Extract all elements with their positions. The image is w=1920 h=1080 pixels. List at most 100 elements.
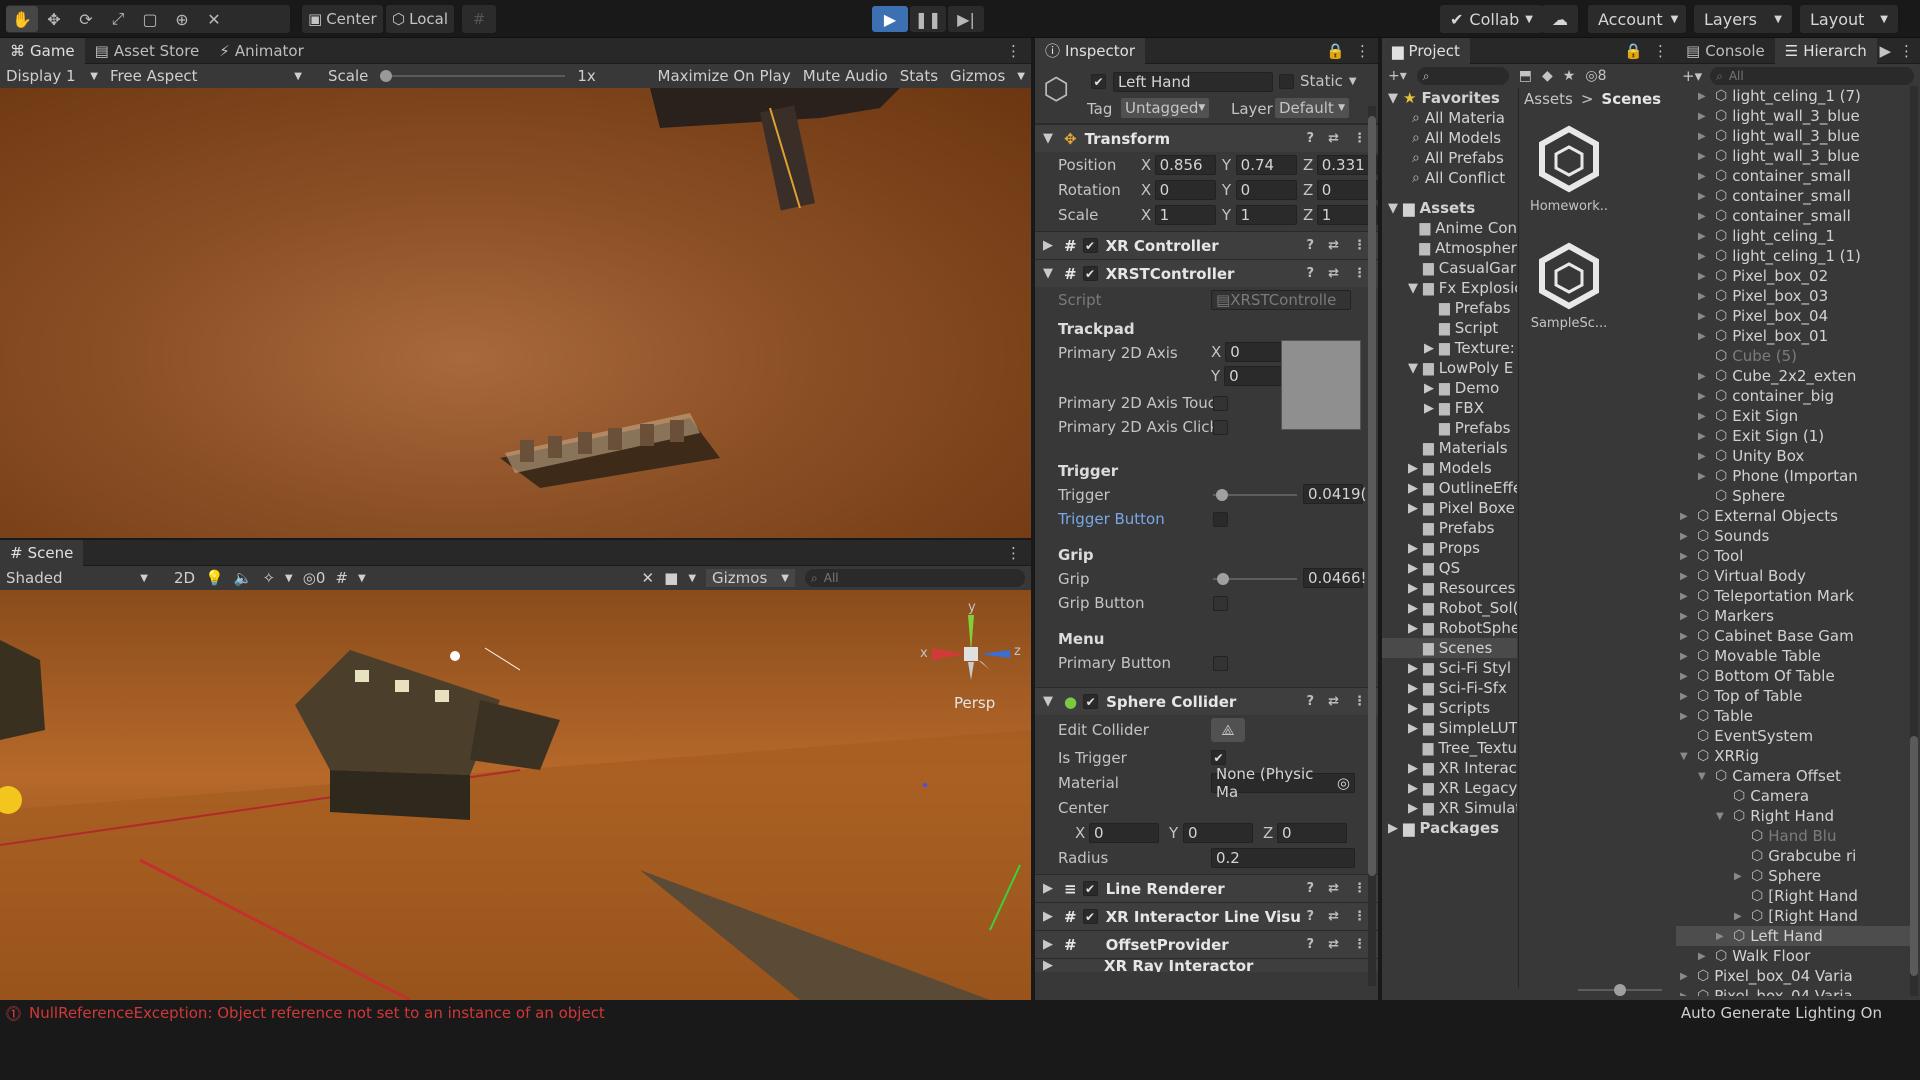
collider-enabled-checkbox[interactable]: ✔ [1083,694,1099,709]
hierarchy-item[interactable]: ▶ ⬡ Teleportation Mark [1676,586,1912,606]
hierarchy-item[interactable]: ▶ ⬡ Cube_2x2_exten [1676,366,1912,386]
create-plus-icon[interactable]: +▾ [1682,67,1702,85]
hierarchy-item[interactable]: ▶ ⬡ Markers [1676,606,1912,626]
trigger-value-field[interactable]: 0.0419( [1303,484,1366,504]
chevron-right-icon[interactable]: ▶ [1408,501,1418,516]
panel-menu-icon[interactable]: ⋮ [1006,544,1031,562]
rect-tool-icon[interactable]: ▢ [134,6,166,32]
chevron-right-icon[interactable]: ▶ [1716,931,1728,942]
hierarchy-item[interactable]: ▶ ⬡ Left Hand [1676,926,1912,946]
account-dropdown[interactable]: Account ▼ [1588,5,1686,33]
grid-snap-icon[interactable]: # [462,5,496,33]
xr-controller-enabled-checkbox[interactable]: ✔ [1082,238,1098,253]
hidden-objects-toggle[interactable]: ◎ 0 [303,569,326,587]
panel-menu-icon[interactable]: ⋮ [1006,42,1031,60]
custom-tool-icon[interactable]: ✕ [198,6,230,32]
offset-provider-header[interactable]: ▶ # OffsetProvider ? ⇄ ⋮ [1035,930,1378,958]
folder-item[interactable]: ▶ ▆ Sci-Fi-Sfx [1382,678,1517,698]
hierarchy-item[interactable]: ▶ ⬡ Table [1676,706,1912,726]
chevron-right-icon[interactable]: ▶ [1734,911,1746,922]
transform-header[interactable]: ▼ ✥ Transform ? ⇄ ⋮ [1035,124,1378,152]
chevron-right-icon[interactable]: ▶ [1879,42,1891,60]
primary-button-checkbox[interactable] [1213,656,1228,671]
grip-value-field[interactable]: 0.0466! [1303,568,1367,588]
assets-node[interactable]: ▼ ▆ Assets [1382,198,1517,218]
chevron-right-icon[interactable]: ▶ [1698,371,1710,382]
center-x-field[interactable]: 0 [1089,822,1159,843]
chevron-down-icon[interactable]: ▼ [688,573,696,584]
pause-button-icon[interactable]: ❚❚ [910,6,946,32]
chevron-right-icon[interactable]: ▶ [1698,271,1710,282]
lock-icon[interactable]: 🔒 [1624,42,1643,60]
hierarchy-item[interactable]: ▶ ⬡ light_celing_1 (7) [1676,86,1912,106]
component-menu-icon[interactable]: ⋮ [1353,937,1366,952]
chevron-right-icon[interactable]: ▶ [1424,381,1434,396]
move-tool-icon[interactable]: ✥ [38,6,70,32]
help-icon[interactable]: ? [1307,694,1315,709]
component-menu-icon[interactable]: ⋮ [1353,881,1366,896]
folder-item[interactable]: ▆ Tree_Textu [1382,738,1517,758]
xrst-controller-header[interactable]: ▼ # ✔ XRSTController ? ⇄ ⋮ [1035,259,1378,287]
gizmos-toggle[interactable]: Gizmos [950,67,1005,85]
edit-collider-button[interactable]: ⟁ [1211,718,1245,742]
chevron-right-icon[interactable]: ▶ [1408,721,1418,736]
help-icon[interactable]: ? [1307,937,1315,952]
hierarchy-item[interactable]: ▶ ⬡ light_wall_3_blue [1676,146,1912,166]
chevron-right-icon[interactable]: ▶ [1680,671,1692,682]
component-menu-icon[interactable]: ⋮ [1353,238,1366,253]
lock-icon[interactable]: 🔒 [1326,42,1345,60]
chevron-down-icon[interactable]: ▼ [358,573,366,584]
folder-item[interactable]: ▆ Script [1382,318,1517,338]
chevron-right-icon[interactable]: ▶ [1424,341,1434,356]
object-picker-icon[interactable]: ◎ [1337,774,1350,792]
folder-item[interactable]: ▶ ▆ Robot_Sol( [1382,598,1517,618]
tab-project[interactable]: ▆ Project [1382,37,1470,64]
folder-item[interactable]: ▶ ▆ XR Simulat [1382,798,1517,818]
preset-icon[interactable]: ⇄ [1328,694,1339,709]
folder-item[interactable]: ▶ ▆ RobotSphe [1382,618,1517,638]
hierarchy-item[interactable]: ▶ ⬡ light_wall_3_blue [1676,106,1912,126]
panel-menu-icon[interactable]: ⋮ [1899,42,1914,60]
hierarchy-item[interactable]: ▶ ⬡ Pixel_box_03 [1676,286,1912,306]
hierarchy-item[interactable]: ▶ ⬡ Bottom Of Table [1676,666,1912,686]
hierarchy-item[interactable]: ▶ ⬡ container_small [1676,206,1912,226]
chevron-right-icon[interactable]: ▶ [1698,451,1710,462]
folder-item[interactable]: ▼ ▆ LowPoly E [1382,358,1517,378]
hierarchy-item[interactable]: ▶ ⬡ [Right Hand [1676,906,1912,926]
tab-console[interactable]: ▤ Console [1676,38,1775,64]
layout-dropdown[interactable]: Layout ▼ [1800,5,1898,33]
component-menu-icon[interactable]: ⋮ [1353,266,1366,281]
sphere-collider-header[interactable]: ▼ ● ✔ Sphere Collider ? ⇄ ⋮ [1035,687,1378,715]
favorite-star-icon[interactable]: ★ [1563,68,1576,84]
folder-item[interactable]: ▆ Scenes [1382,638,1517,658]
hierarchy-item[interactable]: ⬡ Grabcube ri [1676,846,1912,866]
orientation-gizmo[interactable]: y x z Persp [920,600,1030,720]
preset-icon[interactable]: ⇄ [1328,238,1339,253]
filter-type-icon[interactable]: ⬒ [1519,68,1532,84]
folder-item[interactable]: ▶ ▆ Models [1382,458,1517,478]
chevron-right-icon[interactable]: ▶ [1680,691,1692,702]
hierarchy-item[interactable]: ▶ ⬡ Tool [1676,546,1912,566]
hierarchy-item[interactable]: ▶ ⬡ Movable Table [1676,646,1912,666]
hierarchy-item[interactable]: ⬡ Sphere [1676,486,1912,506]
auto-lighting-status[interactable]: Auto Generate Lighting On [1681,1004,1882,1022]
hierarchy-item[interactable]: ⬡ EventSystem [1676,726,1912,746]
hidden-packages-toggle[interactable]: ◎ 8 [1585,68,1606,84]
scale-x-field[interactable]: 1 [1154,204,1216,225]
folder-item[interactable]: ▶ ▆ Pixel Boxe [1382,498,1517,518]
asset-tile[interactable]: SampleSc... [1524,240,1614,355]
folder-item[interactable]: ▆ Atmospher [1382,238,1517,258]
material-field[interactable]: None (Physic Ma ◎ [1211,765,1355,801]
hierarchy-item[interactable]: ▶ ⬡ light_celing_1 (1) [1676,246,1912,266]
hierarchy-item[interactable]: ▶ ⬡ Cabinet Base Gam [1676,626,1912,646]
folder-item[interactable]: ▶ ▆ OutlineEffe [1382,478,1517,498]
chevron-right-icon[interactable]: ▶ [1698,251,1710,262]
trigger-slider[interactable] [1213,488,1297,502]
chevron-right-icon[interactable]: ▶ [1408,621,1418,636]
chevron-right-icon[interactable]: ▶ [1698,211,1710,222]
help-icon[interactable]: ? [1307,266,1315,281]
filter-label-icon[interactable]: ◆ [1542,68,1553,84]
hierarchy-scrollbar[interactable] [1910,86,1918,996]
icon-size-slider[interactable] [1578,984,1662,996]
center-y-field[interactable]: 0 [1183,822,1253,843]
